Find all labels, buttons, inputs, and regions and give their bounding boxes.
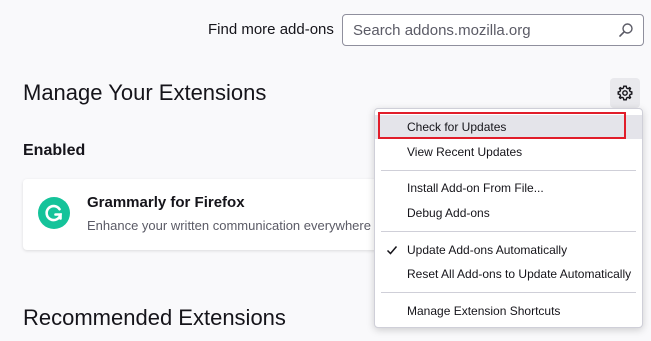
search-addons-input[interactable] bbox=[343, 15, 613, 45]
menu-separator bbox=[381, 231, 636, 232]
gear-icon bbox=[617, 85, 633, 101]
menu-item-view-recent-updates[interactable]: View Recent Updates bbox=[375, 140, 642, 164]
find-more-addons-label: Find more add-ons bbox=[208, 21, 334, 38]
menu-item-debug-addons[interactable]: Debug Add-ons bbox=[375, 201, 642, 225]
enabled-section-title: Enabled bbox=[23, 142, 86, 159]
highlight-annotation-box bbox=[378, 112, 626, 139]
tools-dropdown-menu: Check for Updates View Recent Updates In… bbox=[374, 108, 643, 328]
menu-item-update-automatically-row[interactable]: Update Add-ons Automatically bbox=[375, 238, 642, 262]
page-title: Manage Your Extensions bbox=[23, 80, 267, 105]
menu-separator bbox=[381, 170, 636, 171]
menu-item-install-from-file[interactable]: Install Add-on From File... bbox=[375, 176, 642, 200]
search-addons-box[interactable] bbox=[342, 14, 644, 46]
extension-description: Enhance your written communication every… bbox=[87, 218, 371, 233]
menu-item-update-automatically[interactable]: Update Add-ons Automatically bbox=[375, 238, 642, 262]
menu-separator bbox=[381, 292, 636, 293]
grammarly-logo-icon bbox=[38, 197, 70, 229]
extension-name[interactable]: Grammarly for Firefox bbox=[87, 194, 245, 211]
extension-card-grammarly[interactable]: Grammarly for Firefox Enhance your writt… bbox=[23, 179, 423, 250]
menu-item-reset-update-automatically[interactable]: Reset All Add-ons to Update Automaticall… bbox=[375, 262, 642, 286]
add-ons-manager-page: Find more add-ons Manage Your Extensions… bbox=[0, 0, 651, 341]
recommended-section-title: Recommended Extensions bbox=[23, 305, 286, 330]
tools-gear-button[interactable] bbox=[610, 78, 640, 108]
search-icon[interactable] bbox=[618, 22, 634, 38]
menu-item-manage-shortcuts[interactable]: Manage Extension Shortcuts bbox=[375, 299, 642, 323]
